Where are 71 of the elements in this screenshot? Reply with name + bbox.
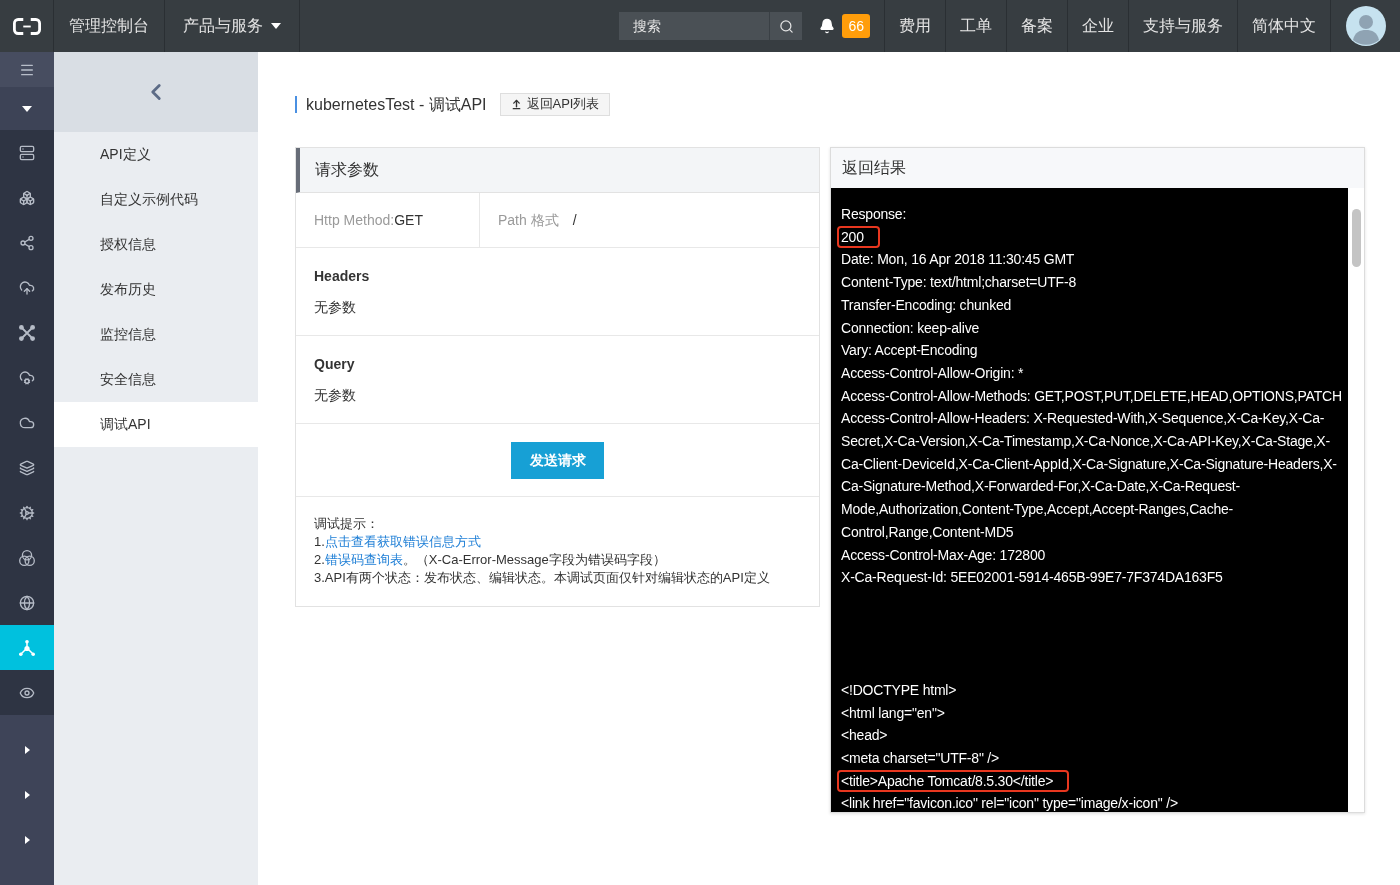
nav-link[interactable]: 备案 bbox=[1006, 0, 1067, 52]
cloud-gear-icon bbox=[19, 369, 35, 386]
menu-button[interactable] bbox=[0, 52, 54, 87]
search-field[interactable]: 搜索 bbox=[619, 12, 770, 40]
sub-nav-item[interactable]: 调试API bbox=[54, 402, 258, 447]
tip-line: 2.错误码查询表。（X-Ca-Error-Message字段为错误码字段） bbox=[314, 551, 666, 569]
panel-title: 返回结果 bbox=[831, 148, 1364, 188]
cross-nodes-icon bbox=[19, 324, 35, 341]
connected-nodes-icon bbox=[19, 234, 35, 251]
panel-title: 请求参数 bbox=[296, 148, 819, 193]
sub-nav-item[interactable]: API定义 bbox=[54, 132, 258, 177]
section-title: Headers bbox=[314, 267, 370, 285]
section-value: 无参数 bbox=[314, 298, 356, 316]
response-line: Date: Mon, 16 Apr 2018 11:30:45 GMT bbox=[841, 250, 1075, 270]
page-title: kubernetesTest - 调试API bbox=[295, 95, 487, 113]
response-line: Connection: keep-alive bbox=[841, 318, 980, 338]
nav-link[interactable]: 支持与服务 bbox=[1128, 0, 1237, 52]
sub-nav-item[interactable]: 安全信息 bbox=[54, 357, 258, 402]
rings-icon bbox=[19, 549, 35, 566]
path-value: / bbox=[572, 210, 577, 230]
nodes-icon bbox=[19, 639, 35, 656]
cog-icon bbox=[19, 504, 35, 521]
search-button[interactable] bbox=[769, 12, 803, 40]
path-label: Path 格式 bbox=[498, 210, 559, 230]
response-line: Access-Control-Allow-Origin: * bbox=[841, 363, 1024, 383]
response-line: <link href="favicon.ico" rel="icon" type="image/x-icon" /> bbox=[841, 794, 1178, 812]
bell-icon[interactable] bbox=[819, 18, 836, 34]
response-line: <html lang="en"> bbox=[841, 703, 945, 723]
response-line: Content-Type: text/html;charset=UTF-8 bbox=[841, 273, 1076, 293]
scrollbar-thumb[interactable] bbox=[1351, 209, 1361, 267]
response-line: <head> bbox=[841, 726, 888, 746]
sub-nav-item[interactable]: 自定义示例代码 bbox=[54, 177, 258, 222]
back-to-list-button[interactable]: 返回API列表 bbox=[499, 92, 611, 116]
response-line: Response: bbox=[841, 205, 907, 224]
nav-link[interactable]: 工单 bbox=[945, 0, 1006, 52]
caret-down-icon bbox=[271, 23, 281, 29]
tip-link[interactable]: 错误码查询表 bbox=[324, 552, 403, 567]
caret-right-icon bbox=[24, 790, 30, 799]
sub-nav-item[interactable]: 发布历史 bbox=[54, 267, 258, 312]
response-line: X-Ca-Request-Id: 5EE02001-5914-465B-99E7-7F374DA163F5 bbox=[841, 568, 1223, 588]
layers-icon bbox=[19, 459, 35, 476]
response-line: Transfer-Encoding: chunked bbox=[841, 295, 1012, 315]
sub-nav-item[interactable]: 监控信息 bbox=[54, 312, 258, 357]
response-line: Access-Control-Allow-Headers: X-Requested-With,X-Sequence,X-Ca-Key,X-Ca-Secret,X-Ca-Version,X-Ca-Timestamp,X-Ca-Nonce,X-Ca-API-Key,X-Ca-Stage,X-Ca-Client-DeviceId,X-Ca-Client-AppId,X-Ca-Signature,X-Ca-Signature-Headers,X-Ca-Signature-Method,X-Forwarded-For,X-Ca-Date,X-Ca-Request-Mode,Authorization,Content-Type,Accept,Accept-Ranges,Cache-Control,Range,Content-MD5 bbox=[841, 409, 1338, 542]
section-title: Query bbox=[314, 355, 355, 373]
sub-nav-item[interactable]: 授权信息 bbox=[54, 222, 258, 267]
tip-line: 1.点击查看获取错误信息方式 bbox=[314, 533, 481, 551]
tip-line: 3.API有两个状态：发布状态、编辑状态。本调试页面仅针对编辑状态的API定义 bbox=[314, 569, 770, 587]
response-line: <meta charset="UTF-8" /> bbox=[841, 749, 1000, 769]
response-line: Access-Control-Max-Age: 172800 bbox=[841, 545, 1046, 565]
nav-link[interactable]: 企业 bbox=[1067, 0, 1128, 52]
boxes-icon bbox=[19, 189, 35, 206]
http-method-text: Http Method:GET bbox=[314, 210, 423, 230]
tip-link[interactable]: 点击查看获取错误信息方式 bbox=[324, 534, 481, 549]
avatar-icon[interactable] bbox=[1345, 6, 1386, 46]
caret-down-icon bbox=[22, 105, 32, 112]
response-line: Access-Control-Allow-Methods: GET,POST,PUT,DELETE,HEAD,OPTIONS,PATCH bbox=[841, 386, 1342, 406]
globe-icon bbox=[19, 594, 35, 611]
arrow-up-icon bbox=[510, 98, 522, 110]
response-line: <!DOCTYPE html> bbox=[841, 680, 957, 700]
nav-link[interactable]: 费用 bbox=[884, 0, 945, 52]
server-icon bbox=[19, 144, 35, 161]
cloud-upload-icon bbox=[19, 279, 35, 296]
logo-icon[interactable] bbox=[12, 17, 41, 35]
nav-link[interactable]: 简体中文 bbox=[1237, 0, 1330, 52]
tips-title: 调试提示： bbox=[314, 515, 379, 533]
search-icon bbox=[778, 18, 794, 34]
caret-right-icon bbox=[24, 835, 30, 844]
section-value: 无参数 bbox=[314, 386, 356, 404]
response-line: Vary: Accept-Encoding bbox=[841, 341, 978, 361]
caret-right-icon bbox=[24, 745, 30, 754]
